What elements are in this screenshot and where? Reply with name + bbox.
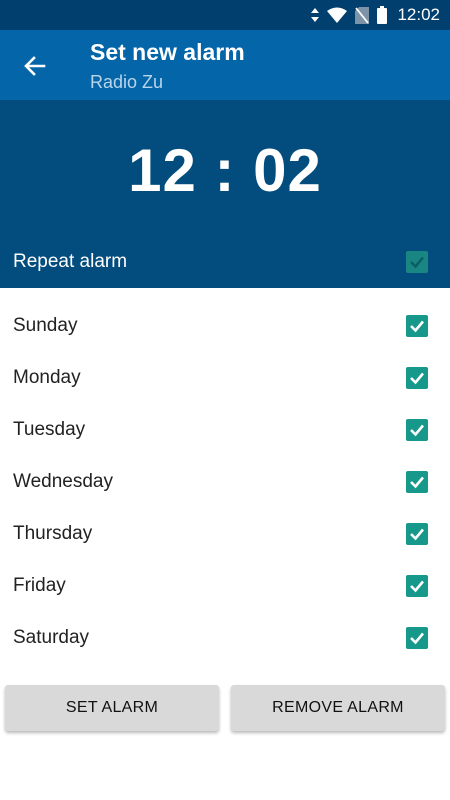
check-icon — [410, 528, 424, 541]
set-alarm-button[interactable]: SET ALARM — [5, 685, 219, 731]
alarm-time[interactable]: 12 : 02 — [0, 136, 450, 205]
remove-alarm-button[interactable]: REMOVE ALARM — [231, 685, 445, 731]
day-label: Friday — [13, 575, 66, 596]
no-sim-icon — [355, 6, 370, 24]
repeat-alarm-label: Repeat alarm — [13, 251, 128, 272]
app-bar: Set new alarm Radio Zu — [0, 30, 450, 100]
page-title: Set new alarm — [90, 39, 245, 65]
day-label: Thursday — [13, 523, 93, 544]
day-checkbox-friday[interactable] — [406, 575, 428, 597]
check-icon — [410, 632, 424, 645]
day-checkbox-sunday[interactable] — [406, 315, 428, 337]
day-label: Wednesday — [13, 471, 113, 492]
check-icon — [410, 372, 424, 385]
day-label: Tuesday — [13, 419, 86, 440]
day-row-wednesday[interactable]: Wednesday — [0, 456, 450, 508]
check-icon — [410, 256, 424, 269]
day-label: Monday — [13, 367, 81, 388]
day-checkbox-monday[interactable] — [406, 367, 428, 389]
back-button[interactable] — [20, 51, 50, 81]
days-list: Sunday Monday Tuesday Wednesday Thursday… — [0, 300, 450, 664]
check-icon — [410, 580, 424, 593]
battery-icon — [377, 6, 388, 24]
day-row-saturday[interactable]: Saturday — [0, 612, 450, 664]
day-checkbox-saturday[interactable] — [406, 627, 428, 649]
arrow-left-icon — [24, 56, 46, 76]
wifi-icon — [327, 7, 348, 23]
status-time: 12:02 — [397, 5, 440, 24]
check-icon — [410, 476, 424, 489]
day-checkbox-thursday[interactable] — [406, 523, 428, 545]
day-row-monday[interactable]: Monday — [0, 352, 450, 404]
day-row-sunday[interactable]: Sunday — [0, 300, 450, 352]
day-checkbox-wednesday[interactable] — [406, 471, 428, 493]
day-row-friday[interactable]: Friday — [0, 560, 450, 612]
day-row-tuesday[interactable]: Tuesday — [0, 404, 450, 456]
day-row-thursday[interactable]: Thursday — [0, 508, 450, 560]
check-icon — [410, 320, 424, 333]
day-label: Saturday — [13, 627, 90, 648]
status-bar: 12:02 — [0, 0, 450, 30]
repeat-alarm-checkbox[interactable] — [406, 251, 428, 273]
day-checkbox-tuesday[interactable] — [406, 419, 428, 441]
page-subtitle: Radio Zu — [90, 72, 164, 92]
check-icon — [410, 424, 424, 437]
day-label: Sunday — [13, 315, 78, 336]
time-panel: 12 : 02 Repeat alarm — [0, 100, 450, 288]
data-arrows-icon — [311, 8, 320, 22]
